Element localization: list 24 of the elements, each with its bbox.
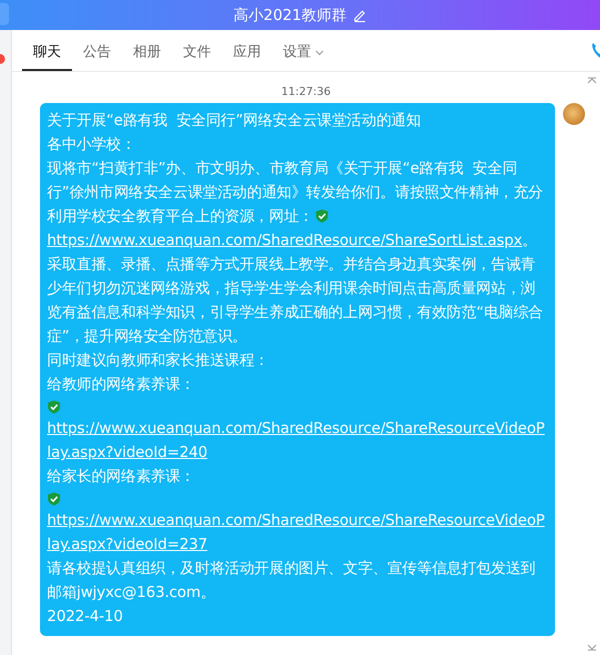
message-paragraph: 给家长的网络素养课： [47,466,196,487]
message-paragraph: 给教师的网络素养课： [47,374,196,395]
tab[interactable]: 公告 [72,35,122,71]
verified-shield-icon [47,492,61,506]
caret-icon [315,48,324,56]
message-paragraph: 2022-4-10 [47,606,124,627]
scroll-top-icon[interactable] [587,77,597,84]
avatar[interactable] [563,103,585,125]
verified-shield-icon [315,209,330,223]
tab[interactable]: 聊天 [22,35,72,71]
tab[interactable]: 设置 [272,35,335,71]
message-paragraph: 请各校提认真组织，及时将活动开展的图片、文字、宣传等信息打包发送到邮箱jwjyxc@163.com。 [47,558,536,603]
message-timestamp: 11:27:36 [281,85,331,98]
tab[interactable]: 文件 [172,35,222,71]
message-paragraph: 关于开展“e路有我 安全同行”网络安全云课堂活动的通知 [47,110,422,131]
tab[interactable]: 应用 [222,35,272,71]
scroll-bottom-icon[interactable] [587,644,597,651]
tab[interactable]: 相册 [122,35,172,71]
message-paragraph: 现将市“扫黄打非”办、市文明办、市教育局《关于开展“e路有我 安全同行”徐州市网络安全云课堂活动的通知》转发给你们。请按照文件精神，充分利用学校安全教育平台上的资源，网址： https://www.xueanquan.com/SharedResource/ShareSortList.aspx。采取直播、录播、点播等方式开展线上教学。并结合身边真实案例，告诫青少年们切勿沉迷网络游戏，指导学生学会利用课余时间点击高质量网站，浏览有益信息和科学知识，引导学生养成正确的上网习惯，有效防范“电脑综合症”，提升网络安全防范意识。 [47,158,544,347]
window-title: 高小2021教师群 [233,6,347,24]
message-paragraph: 各中小学校： [47,134,137,155]
message-paragraph: 同时建议向教师和家长推送课程： [47,350,270,371]
edit-icon[interactable] [352,8,367,22]
verified-shield-icon [47,400,61,414]
